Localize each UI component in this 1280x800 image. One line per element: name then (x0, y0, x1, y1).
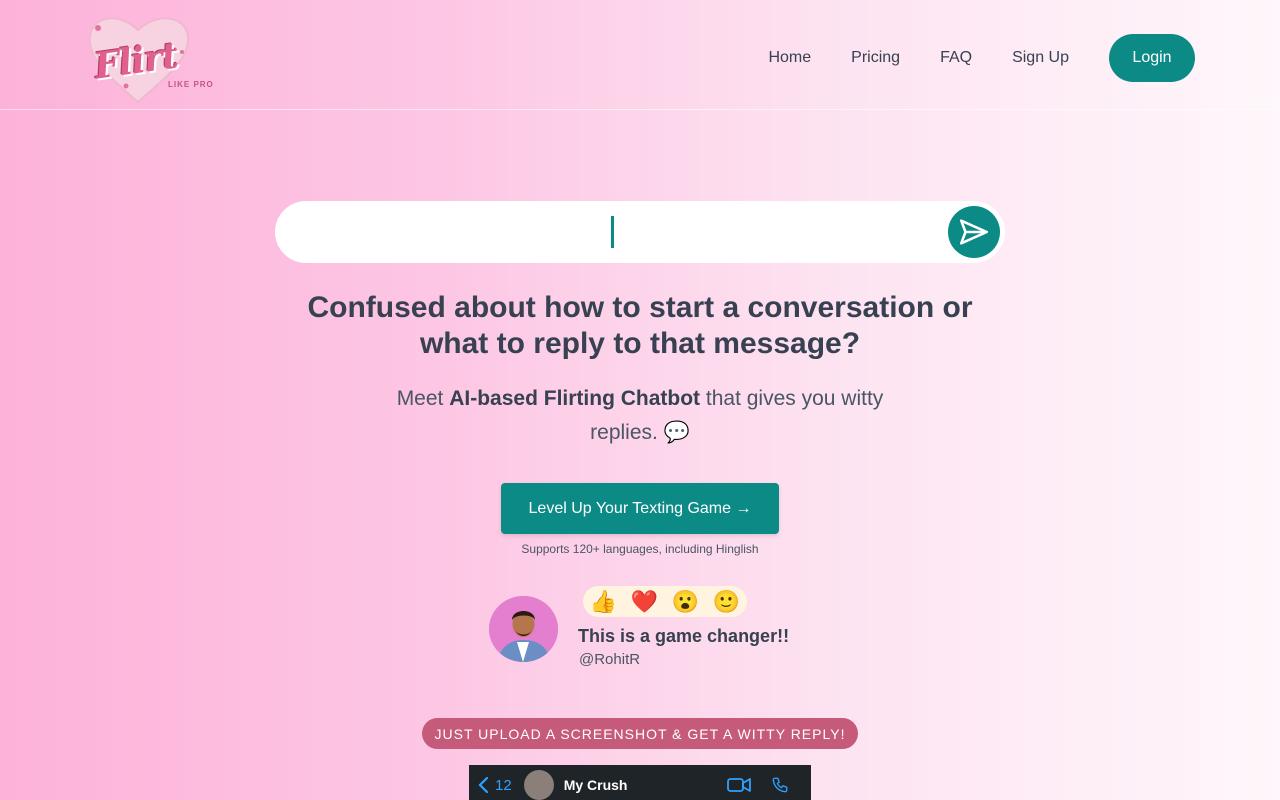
call-actions (727, 776, 789, 794)
video-call-icon (727, 778, 751, 792)
contact-avatar (523, 770, 554, 800)
subline-highlight: AI-based Flirting Chatbot (449, 387, 701, 410)
chat-screenshot-preview: 12 My Crush (469, 765, 811, 800)
contact-name: My Crush (563, 777, 628, 793)
languages-note: Supports 120+ languages, including Hingl… (521, 542, 759, 556)
login-button[interactable]: Login (1109, 34, 1195, 82)
smile-face-icon[interactable]: 🙂 (713, 589, 740, 615)
nav-signup-link[interactable]: Sign Up (1012, 49, 1069, 67)
send-button[interactable] (948, 206, 1000, 258)
testimonial-handle: @RohitR (579, 651, 641, 668)
text-caret (611, 216, 614, 248)
heart-reaction-icon[interactable]: ❤️ (631, 589, 658, 615)
hero-subline: Meet AI-based Flirting Chatbot that give… (370, 382, 910, 450)
nav-home-link[interactable]: Home (768, 49, 811, 67)
upload-screenshot-badge: JUST UPLOAD A SCREENSHOT & GET A WITTY R… (422, 718, 858, 749)
logo-tagline: LIKE PRO (168, 80, 214, 89)
phone-call-icon (772, 777, 788, 793)
unread-count: 12 (495, 776, 512, 794)
chat-input-box[interactable] (275, 201, 1005, 263)
send-icon (959, 219, 989, 245)
level-up-cta-button[interactable]: Level Up Your Texting Game → (501, 483, 779, 534)
brand-logo[interactable]: Flirt LIKE PRO (86, 12, 216, 104)
main-nav: Home Pricing FAQ Sign Up Login (768, 34, 1195, 82)
testimonial-avatar (489, 596, 558, 662)
chevron-left-icon (478, 776, 489, 794)
thumbs-up-icon[interactable]: 👍 (590, 589, 617, 615)
nav-pricing-link[interactable]: Pricing (851, 49, 900, 67)
headline-line-2: what to reply to that message? (419, 327, 861, 360)
back-nav: 12 (477, 776, 512, 794)
reaction-bar: 👍 ❤️ 😮 🙂 (583, 586, 747, 617)
surprised-face-icon[interactable]: 😮 (672, 589, 699, 615)
person-avatar-icon (489, 596, 558, 662)
speech-bubble-icon: 💬 (663, 421, 690, 444)
hero-headline: Confused about how to start a conversati… (240, 290, 1040, 362)
testimonial-quote: This is a game changer!! (578, 626, 790, 646)
site-header: Flirt LIKE PRO Home Pricing FAQ Sign Up … (0, 0, 1280, 110)
nav-faq-link[interactable]: FAQ (940, 49, 972, 67)
subline-prefix: Meet (396, 387, 450, 410)
headline-line-1: Confused about how to start a conversati… (307, 291, 973, 324)
